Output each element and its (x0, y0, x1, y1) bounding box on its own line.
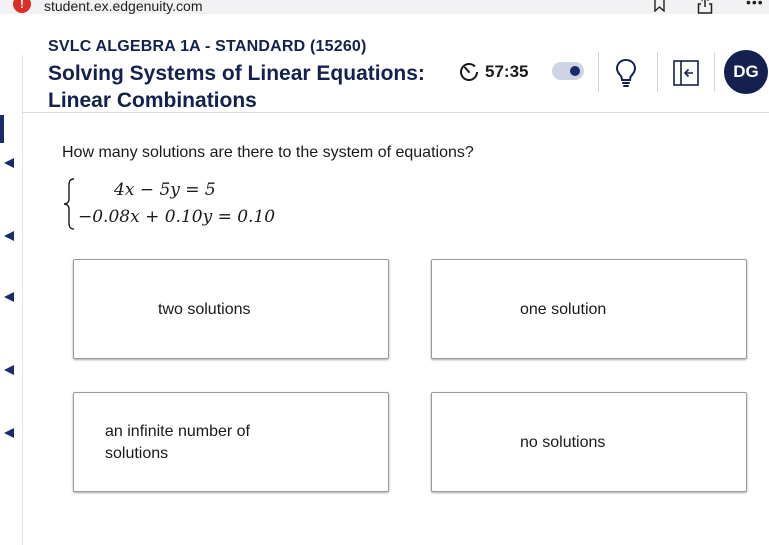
choice-label: one solution (520, 301, 607, 318)
left-brace-icon (63, 178, 75, 230)
header-divider-line (22, 112, 769, 113)
timer-value: 57:35 (485, 62, 529, 81)
choice-infinite-solutions[interactable]: an infinite number of solutions (73, 392, 389, 492)
course-title: SVLC ALGEBRA 1A - STANDARD (15260) (48, 38, 367, 55)
lightbulb-icon[interactable] (614, 58, 638, 88)
choice-no-solutions[interactable]: no solutions (431, 392, 747, 492)
header-divider (657, 52, 658, 92)
equation-1: 4x − 5y = 5 (114, 180, 216, 200)
choice-label: no solutions (520, 434, 606, 451)
bookmark-icon[interactable] (654, 0, 665, 12)
rail-active-indicator (0, 115, 4, 143)
rail-marker-icon[interactable] (4, 428, 14, 438)
choice-label: an infinite number of solutions (105, 423, 250, 462)
question-nav-rail (0, 55, 23, 545)
timer-icon (460, 63, 478, 81)
rail-marker-icon[interactable] (4, 365, 14, 375)
more-options-icon[interactable]: ••• (746, 0, 764, 9)
question-prompt: How many solutions are there to the syst… (62, 144, 474, 161)
toggle-knob (570, 66, 580, 76)
choice-two-solutions[interactable]: two solutions (73, 259, 389, 359)
lesson-title: Solving Systems of Linear Equations: Lin… (48, 62, 425, 112)
rail-marker-icon[interactable] (4, 292, 14, 302)
choice-one-solution[interactable]: one solution (431, 259, 747, 359)
collapse-panel-icon[interactable] (673, 60, 699, 86)
share-icon[interactable] (697, 0, 713, 14)
browser-url-bar[interactable]: ! student.ex.edgenuity.com ••• (0, 0, 769, 14)
timer-toggle[interactable] (552, 62, 584, 80)
equation-2: −0.08x + 0.10y = 0.10 (78, 207, 276, 227)
rail-marker-icon[interactable] (4, 231, 14, 241)
url-text[interactable]: student.ex.edgenuity.com (44, 0, 203, 13)
rail-marker-icon[interactable] (4, 158, 14, 168)
user-avatar[interactable]: DG (724, 50, 768, 94)
warning-icon: ! (13, 0, 31, 13)
choice-label: two solutions (158, 301, 251, 318)
header-divider (714, 52, 715, 92)
equation-system: 4x − 5y = 5 −0.08x + 0.10y = 0.10 (62, 178, 302, 230)
header-divider (598, 52, 599, 92)
